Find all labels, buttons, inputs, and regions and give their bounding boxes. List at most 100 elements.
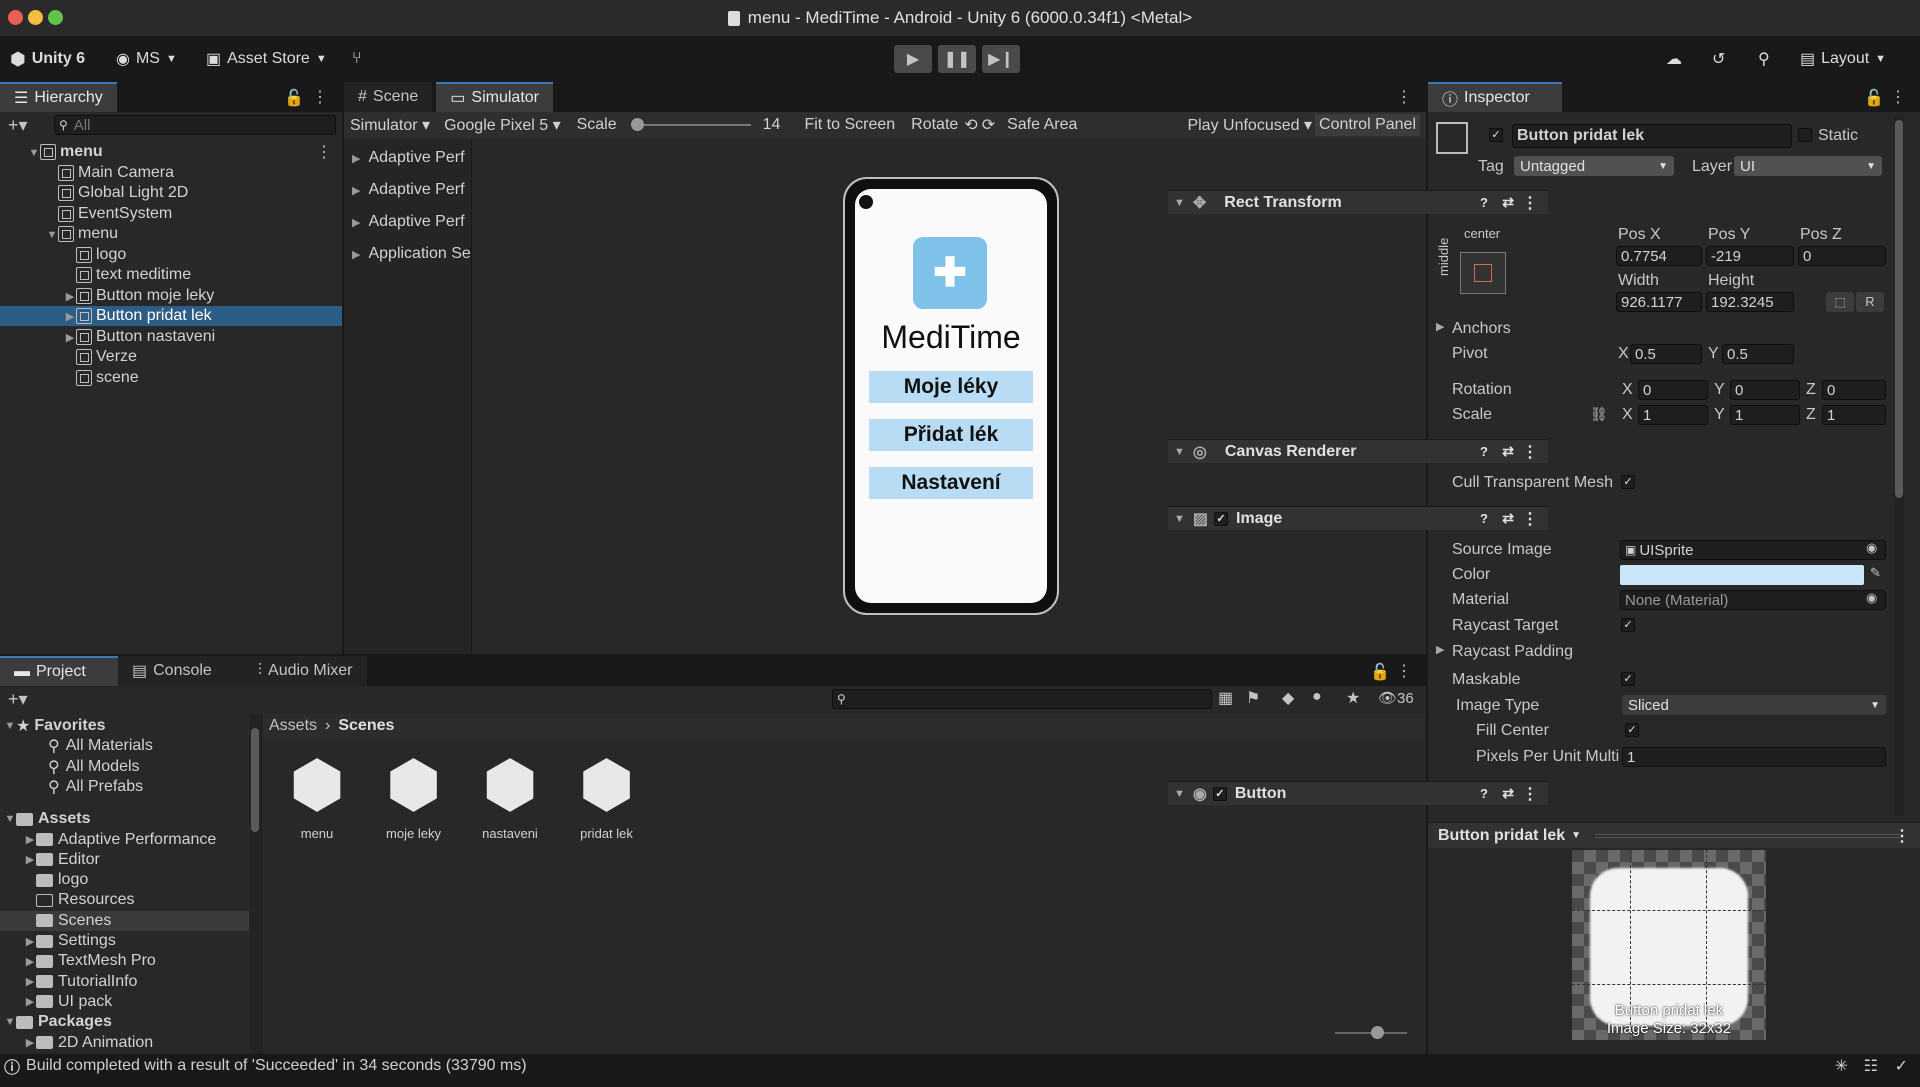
active-checkbox[interactable]: ✓ <box>1489 128 1503 142</box>
image-header[interactable]: ▼ ▨ ✓ Image ? ⇄ ⋮ <box>1168 506 1548 530</box>
preview-header[interactable]: Button pridat lek ▼ ⋮ <box>1428 822 1920 848</box>
more-options-icon[interactable]: ⋮ <box>312 87 328 107</box>
project-tree-item[interactable]: ⚲ All Materials <box>0 736 249 756</box>
settings-foldout[interactable]: ▶ Adaptive Perf <box>344 210 471 234</box>
more-options-icon[interactable]: ⋮ <box>1522 784 1538 804</box>
expand-arrow-icon[interactable]: ▶ <box>24 975 36 988</box>
favorite-star-icon[interactable]: ★ <box>1346 688 1360 708</box>
height-input[interactable]: 192.3245 <box>1706 292 1794 312</box>
hierarchy-item[interactable]: ▶ Button nastaveni <box>0 327 342 347</box>
more-options-icon[interactable]: ⋮ <box>316 142 332 162</box>
presets-icon[interactable]: ⇄ <box>1502 785 1514 802</box>
rotate-right-icon[interactable]: ⟳ <box>982 115 995 135</box>
expand-arrow-icon[interactable]: ▶ <box>64 310 76 323</box>
rect-transform-header[interactable]: ▼ ✥ Rect Transform ? ⇄ ⋮ <box>1168 190 1548 214</box>
more-options-icon[interactable]: ⋮ <box>1890 87 1906 107</box>
layer-dropdown[interactable]: UI ▼ <box>1734 156 1882 176</box>
lock-icon[interactable]: 🔓 <box>1370 662 1390 682</box>
tab-scene[interactable]: # Scene <box>344 82 433 112</box>
warning-icon[interactable]: ● <box>1312 688 1322 706</box>
expand-arrow-icon[interactable]: ▶ <box>24 955 36 968</box>
project-tree-item[interactable]: ▼ ★ Favorites <box>0 716 249 736</box>
project-tree-item[interactable]: logo <box>0 870 249 890</box>
history-button[interactable]: ↺ <box>1712 36 1725 82</box>
project-tree-item[interactable]: ▶ TutorialInfo <box>0 972 249 992</box>
scene-asset[interactable]: ⬢ moje leky <box>374 744 454 854</box>
hierarchy-item[interactable]: scene <box>0 368 342 388</box>
help-icon[interactable]: ? <box>1480 786 1488 801</box>
visibility-count[interactable]: 👁36 <box>1378 689 1414 707</box>
anchors-arrow-icon[interactable]: ▶ <box>1436 320 1444 333</box>
expand-arrow-icon[interactable]: ▶ <box>64 331 76 344</box>
check-status-icon[interactable]: ✓ <box>1895 1056 1908 1076</box>
play-button[interactable]: ▶ <box>894 45 932 73</box>
lock-icon[interactable]: 🔓 <box>284 88 304 108</box>
image-enabled-checkbox[interactable]: ✓ <box>1214 511 1229 526</box>
settings-foldout[interactable]: ▶ Application Se <box>344 242 471 266</box>
hierarchy-item[interactable]: ▼ menu <box>0 224 342 244</box>
pridat-lek-button[interactable]: Přidat lék <box>869 419 1033 451</box>
presets-icon[interactable]: ⇄ <box>1502 510 1514 527</box>
control-panel-button[interactable]: Control Panel <box>1315 114 1420 136</box>
project-tree-item[interactable]: ▶ TextMesh Pro <box>0 951 249 971</box>
play-unfocused-dropdown[interactable]: Play Unfocused ▾ <box>1187 115 1312 135</box>
tag-dropdown[interactable]: Untagged ▼ <box>1514 156 1674 176</box>
project-tree-item[interactable]: ⚲ All Models <box>0 757 249 777</box>
cull-transparent-mesh-checkbox[interactable]: ✓ <box>1621 475 1635 489</box>
expand-arrow-icon[interactable]: ▶ <box>64 290 76 303</box>
add-object-button[interactable]: +▾ <box>8 115 28 136</box>
project-tree-item[interactable]: ▶ Settings <box>0 931 249 951</box>
project-tree-item[interactable]: ▼ Packages <box>0 1012 249 1032</box>
collapse-arrow-icon[interactable]: ▼ <box>46 229 58 241</box>
more-options-icon[interactable]: ⋮ <box>1894 826 1910 846</box>
settings-foldout[interactable]: ▶ Adaptive Perf <box>344 146 471 170</box>
hierarchy-item[interactable]: Main Camera <box>0 163 342 183</box>
slider-thumb[interactable] <box>1371 1026 1384 1039</box>
more-options-icon[interactable]: ⋮ <box>1522 509 1538 529</box>
preview-drag-handle[interactable] <box>1595 833 1900 838</box>
step-button[interactable]: ▶❙ <box>982 45 1020 73</box>
more-options-icon[interactable]: ⋮ <box>1522 193 1538 213</box>
tab-simulator[interactable]: ▭ Simulator <box>436 82 553 112</box>
expand-arrow-icon[interactable]: ▶ <box>24 995 36 1008</box>
simulator-mode-dropdown[interactable]: Simulator ▾ <box>350 115 430 135</box>
project-tree-item[interactable]: ▶ Editor <box>0 850 249 870</box>
tag-icon[interactable]: ◆ <box>1282 688 1294 708</box>
posz-input[interactable]: 0 <box>1798 246 1886 266</box>
tab-inspector[interactable]: ⓘ Inspector <box>1428 82 1562 112</box>
scrollbar-thumb[interactable] <box>1895 120 1903 498</box>
scale-x-input[interactable]: 1 <box>1638 405 1708 425</box>
button-enabled-checkbox[interactable]: ✓ <box>1212 786 1227 801</box>
hierarchy-item[interactable]: text meditime <box>0 265 342 285</box>
pixels-per-unit-input[interactable]: 1 <box>1622 747 1886 767</box>
project-search-input[interactable]: ⚲ <box>832 689 1212 709</box>
filter-by-type-icon[interactable]: ▦ <box>1218 688 1233 708</box>
breadcrumb-assets[interactable]: Assets <box>269 717 317 735</box>
raycast-target-checkbox[interactable]: ✓ <box>1621 618 1635 632</box>
scale-z-input[interactable]: 1 <box>1822 405 1886 425</box>
help-icon[interactable]: ? <box>1480 444 1488 459</box>
rotation-x-input[interactable]: 0 <box>1638 380 1708 400</box>
safe-area-button[interactable]: Safe Area <box>1007 116 1077 134</box>
scrollbar-thumb[interactable] <box>251 728 259 832</box>
rotation-z-input[interactable]: 0 <box>1822 380 1886 400</box>
maximize-window-button[interactable] <box>48 10 63 25</box>
hierarchy-item[interactable]: EventSystem <box>0 204 342 224</box>
minimize-window-button[interactable] <box>28 10 43 25</box>
scale-y-input[interactable]: 1 <box>1730 405 1800 425</box>
pivot-x-input[interactable]: 0.5 <box>1630 344 1702 364</box>
filter-by-label-icon[interactable]: ⚑ <box>1246 688 1260 708</box>
presets-icon[interactable]: ⇄ <box>1502 443 1514 460</box>
asset-store-dropdown[interactable]: ▣ Asset Store ▼ <box>206 36 327 82</box>
material-field[interactable]: None (Material) <box>1620 590 1886 610</box>
more-options-icon[interactable]: ⋮ <box>1522 442 1538 462</box>
image-type-dropdown[interactable]: Sliced ▼ <box>1622 695 1886 715</box>
hierarchy-item[interactable]: Global Light 2D <box>0 183 342 203</box>
create-asset-button[interactable]: +▾ <box>8 689 28 710</box>
hierarchy-item[interactable]: logo <box>0 245 342 265</box>
raycast-padding-label[interactable]: Raycast Padding <box>1452 643 1573 661</box>
cloud-button[interactable]: ☁ <box>1666 36 1682 82</box>
version-control-button[interactable]: ⑂ <box>352 36 362 82</box>
static-checkbox[interactable] <box>1798 128 1812 142</box>
project-tree-item[interactable]: ⚲ All Prefabs <box>0 777 249 797</box>
